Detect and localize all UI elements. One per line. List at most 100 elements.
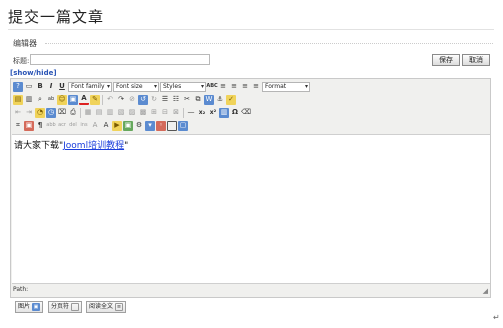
horizontal-rule-icon[interactable]: — bbox=[186, 108, 196, 118]
toolbar-separator bbox=[80, 107, 81, 118]
insert-date-icon[interactable]: ◔ bbox=[35, 107, 45, 118]
title-input[interactable] bbox=[30, 54, 210, 65]
paste-text-icon[interactable]: ▥ bbox=[24, 95, 34, 105]
return-mark-icon: ↵ bbox=[493, 313, 500, 322]
ordered-list-icon[interactable]: ☷ bbox=[171, 95, 181, 105]
acronym-icon[interactable]: acr bbox=[57, 121, 67, 131]
undo-action-icon[interactable]: ↺ bbox=[138, 94, 148, 105]
align-justify-icon[interactable]: ≡ bbox=[251, 82, 261, 92]
non-breaking-icon[interactable]: ◦ bbox=[156, 120, 166, 131]
smiley-icon[interactable]: ☺ bbox=[57, 94, 67, 105]
page-title: 提交一篇文章 bbox=[8, 8, 105, 26]
delete-row-icon[interactable]: ▨ bbox=[127, 108, 137, 118]
pagebreak-label: 分页符 bbox=[51, 303, 70, 310]
special-char-icon[interactable]: Ω bbox=[230, 108, 240, 118]
unordered-list-icon[interactable]: ☰ bbox=[160, 95, 170, 105]
image-insert-icon[interactable]: ▣ bbox=[68, 94, 78, 105]
underline-icon[interactable]: U bbox=[57, 82, 67, 92]
styles-select[interactable]: Styles bbox=[160, 81, 206, 92]
show-hide-toggle[interactable]: [show/hide] bbox=[10, 69, 57, 77]
toolbar-separator bbox=[102, 94, 103, 105]
resize-grip-icon[interactable]: ◢ bbox=[483, 287, 488, 295]
align-center-icon[interactable]: ≡ bbox=[229, 82, 239, 92]
align-left-icon[interactable]: ≡ bbox=[218, 82, 228, 92]
print-icon[interactable]: ⎙ bbox=[68, 108, 78, 118]
split-cells-icon[interactable]: ⊟ bbox=[160, 108, 170, 118]
pagebreak-button[interactable]: 分页符 bbox=[48, 301, 83, 313]
abbr-icon[interactable]: abb bbox=[46, 121, 56, 131]
insert-image-button[interactable]: 图片 ▣ bbox=[15, 301, 44, 313]
find-icon[interactable]: ⌕ bbox=[35, 95, 45, 105]
outdent-icon[interactable]: ⇤ bbox=[13, 108, 23, 118]
citation-icon[interactable]: A bbox=[90, 121, 100, 131]
image-icon[interactable]: ▣ bbox=[24, 120, 34, 131]
redo-icon[interactable]: ↷ bbox=[116, 95, 126, 105]
new-document-icon[interactable]: ▭ bbox=[24, 82, 34, 92]
help-icon[interactable]: ? bbox=[13, 81, 23, 92]
fullscreen-icon[interactable] bbox=[167, 120, 177, 131]
toolbar-row-3: ⇤ ⇥ ◔ ◷ ⌧ ⎙ ▦ ▤ ▥ ▧ ▨ ▩ ⊞ ⊟ ⊠ — x₂ x² ▥ … bbox=[12, 106, 490, 119]
page-icon bbox=[71, 303, 80, 311]
toolbar-row-1: ? ▭ B I U Font family Font size Styles A… bbox=[12, 80, 490, 93]
unlink-icon[interactable]: ⊘ bbox=[127, 95, 137, 105]
find-replace-icon[interactable]: ab bbox=[46, 95, 56, 105]
readmore-label: 阅读全文 bbox=[89, 303, 114, 310]
format-select[interactable]: Format bbox=[262, 81, 310, 92]
paragraph-icon[interactable]: ¶ bbox=[35, 121, 45, 131]
text-color-icon[interactable]: A bbox=[79, 95, 89, 105]
spellcheck-icon[interactable]: ABC bbox=[206, 82, 217, 92]
attribs-icon[interactable]: A bbox=[101, 121, 111, 131]
layer-icon[interactable]: ▣ bbox=[123, 120, 133, 131]
paste-word-icon[interactable]: W bbox=[204, 94, 214, 105]
editor-content-area[interactable]: 请大家下载"Jooml培训教程" bbox=[12, 134, 490, 284]
cell-props-icon[interactable]: ▥ bbox=[105, 108, 115, 118]
editor-legend: 编辑器 bbox=[13, 39, 37, 48]
document-icon: ≡ bbox=[115, 303, 124, 311]
subscript-icon[interactable]: x₂ bbox=[197, 108, 207, 118]
cleanup-icon[interactable]: ✓ bbox=[226, 94, 236, 105]
content-suffix-text: " bbox=[124, 141, 129, 151]
indent-icon[interactable]: ⇥ bbox=[24, 108, 34, 118]
status-path-label: Path: bbox=[13, 286, 29, 293]
code-icon[interactable]: ⌗ bbox=[13, 121, 23, 131]
cancel-button[interactable]: 取消 bbox=[462, 54, 490, 66]
delete-table-icon[interactable]: ⊠ bbox=[171, 108, 181, 118]
title-divider bbox=[8, 29, 494, 30]
font-size-select[interactable]: Font size bbox=[113, 81, 159, 92]
highlight-color-icon[interactable]: ✎ bbox=[90, 94, 100, 105]
superscript-icon[interactable]: x² bbox=[208, 108, 218, 118]
preview-icon[interactable]: ⌧ bbox=[57, 108, 67, 118]
media-icon[interactable]: ▶ bbox=[112, 120, 122, 131]
del-icon[interactable]: del bbox=[68, 121, 78, 131]
table-icon[interactable]: ▦ bbox=[83, 108, 93, 118]
merge-cells-icon[interactable]: ⊞ bbox=[149, 108, 159, 118]
content-link[interactable]: Jooml培训教程 bbox=[63, 141, 124, 151]
picture-icon: ▣ bbox=[32, 303, 41, 311]
undo-icon[interactable]: ↶ bbox=[105, 95, 115, 105]
insert-row-icon[interactable]: ▧ bbox=[116, 108, 126, 118]
cut-icon[interactable]: ✂ bbox=[182, 95, 192, 105]
bold-icon[interactable]: B bbox=[35, 82, 45, 92]
paste-icon[interactable]: ▤ bbox=[13, 94, 23, 105]
row-props-icon[interactable]: ▤ bbox=[94, 108, 104, 118]
remove-format-icon[interactable]: ⌫ bbox=[241, 108, 251, 118]
visual-aid-icon[interactable]: ▥ bbox=[219, 107, 229, 118]
redo-action-icon[interactable]: ↻ bbox=[149, 95, 159, 105]
style-props-icon[interactable]: ⚙ bbox=[134, 121, 144, 131]
align-right-icon[interactable]: ≡ bbox=[240, 82, 250, 92]
wysiwyg-editor: ? ▭ B I U Font family Font size Styles A… bbox=[10, 78, 491, 298]
template-icon[interactable]: ▾ bbox=[145, 120, 155, 131]
insert-time-icon[interactable]: ◷ bbox=[46, 107, 56, 118]
toolbar-row-2: ▤ ▥ ⌕ ab ☺ ▣ A ✎ ↶ ↷ ⊘ ↺ ↻ ☰ ☷ ✂ ⧉ W ⚓ ✓ bbox=[12, 93, 490, 106]
anchor-icon[interactable]: ⚓ bbox=[215, 95, 225, 105]
toolbar-separator bbox=[183, 107, 184, 118]
italic-icon[interactable]: I bbox=[46, 82, 56, 92]
insert-col-icon[interactable]: ▩ bbox=[138, 108, 148, 118]
content-prefix-text: 请大家下载" bbox=[14, 141, 64, 151]
ins-icon[interactable]: ins bbox=[79, 121, 89, 131]
readmore-button[interactable]: 阅读全文 ≡ bbox=[86, 301, 127, 313]
font-family-select[interactable]: Font family bbox=[68, 81, 112, 92]
copy-icon[interactable]: ⧉ bbox=[193, 95, 203, 105]
save-button[interactable]: 保存 bbox=[432, 54, 460, 66]
block-quote-icon[interactable]: ▢ bbox=[178, 120, 188, 131]
